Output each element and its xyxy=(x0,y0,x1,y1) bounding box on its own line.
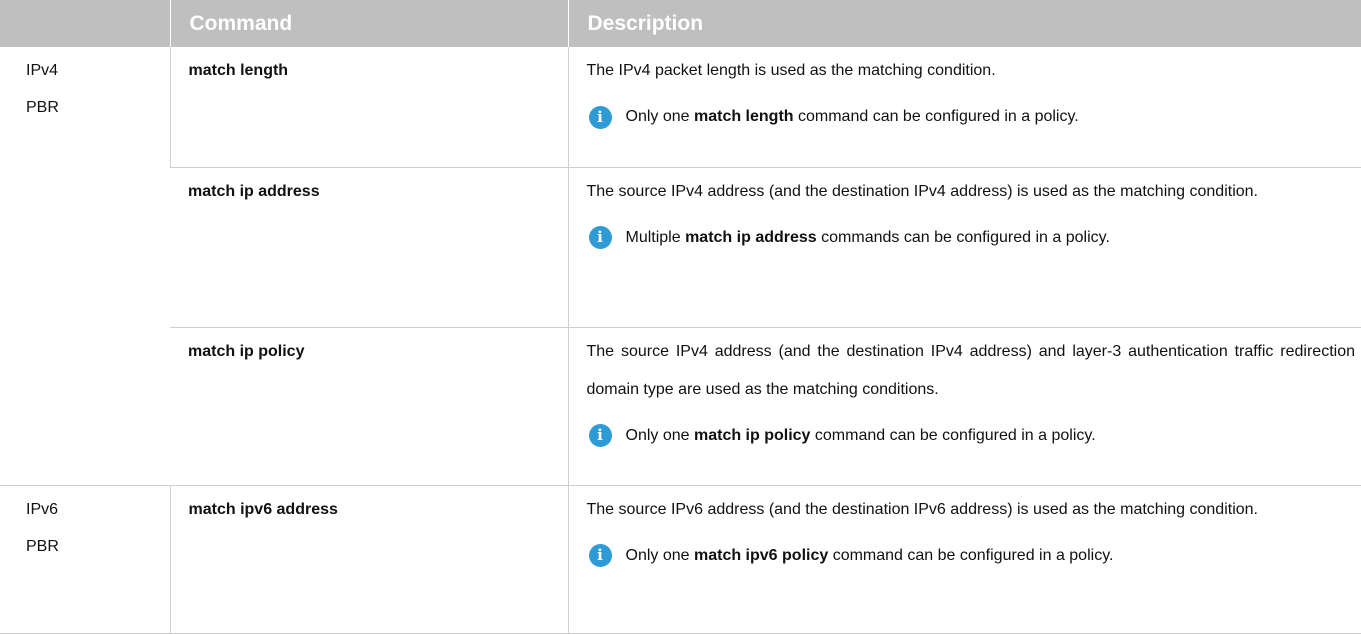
note: i Multiple match ip address commands can… xyxy=(587,219,1356,257)
command-cell: match ipv6 address xyxy=(169,485,568,634)
header-group xyxy=(0,0,170,47)
group-cell-ipv6-pbr: IPv6 PBR xyxy=(0,485,170,634)
description-text: The source IPv6 address (and the destina… xyxy=(586,500,1259,518)
command-cell: match ip address xyxy=(170,167,568,328)
note-text: Only one match ipv6 policy command can b… xyxy=(625,546,1114,564)
table-row: match ip address The source IPv4 address… xyxy=(0,167,1361,328)
description-cell: The source IPv4 address (and the destina… xyxy=(567,327,1361,486)
table-row: IPv4 PBR match length The IPv4 packet le… xyxy=(0,47,1361,486)
description-text: The IPv4 packet length is used as the ma… xyxy=(586,62,996,79)
note: i Only one match ip policy command can b… xyxy=(587,417,1356,455)
header-command: Command xyxy=(169,0,568,47)
note-text: Only one match ip policy command can be … xyxy=(625,426,1096,444)
group-label-line2: PBR xyxy=(26,537,59,555)
description-text: The source IPv4 address (and the destina… xyxy=(586,182,1259,200)
table-header-row: Command Description xyxy=(0,0,1361,47)
note: i Only one match ipv6 policy command can… xyxy=(587,537,1356,575)
header-description: Description xyxy=(567,0,1361,47)
description-cell: The source IPv6 address (and the destina… xyxy=(567,485,1361,634)
table-row: IPv6 PBR match ipv6 address The source I… xyxy=(0,485,1361,634)
command-cell: match ip policy xyxy=(170,327,568,486)
command-table: Command Description IPv4 PBR match lengt… xyxy=(0,0,1361,634)
description-cell: The source IPv4 address (and the destina… xyxy=(567,167,1361,328)
info-icon: i xyxy=(588,226,612,249)
group-label-line2: PBR xyxy=(26,99,59,116)
description-cell: The IPv4 packet length is used as the ma… xyxy=(567,47,1361,168)
note-text: Only one match length command can be con… xyxy=(625,108,1079,125)
command-cell: match length xyxy=(169,47,568,168)
table-row: match ip policy The source IPv4 address … xyxy=(0,327,1361,486)
info-icon: i xyxy=(588,424,612,447)
info-icon: i xyxy=(588,105,612,129)
description-text: The source IPv4 address (and the destina… xyxy=(586,342,1356,398)
info-icon: i xyxy=(588,544,612,567)
group-label-line1: IPv4 xyxy=(26,62,59,79)
group-label-line1: IPv6 xyxy=(26,500,59,518)
group-cell-ipv4-pbr: IPv4 PBR xyxy=(0,47,170,486)
note: i Only one match length command can be c… xyxy=(587,98,1356,136)
note-text: Multiple match ip address commands can b… xyxy=(625,228,1110,246)
